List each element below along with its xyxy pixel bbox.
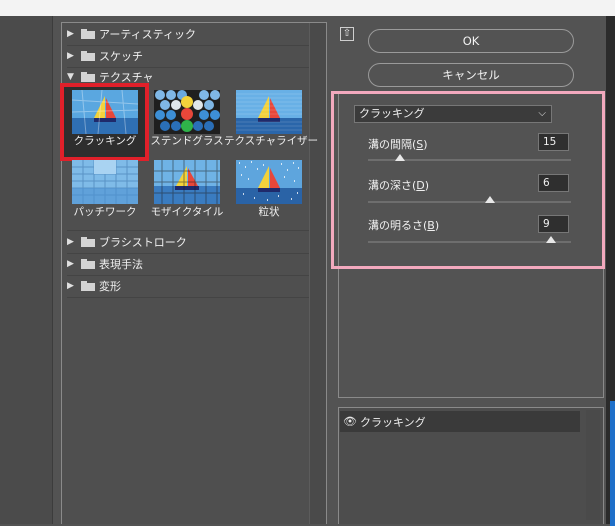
folder-icon <box>81 72 95 82</box>
filter-label-cracking: クラッキング <box>73 135 137 147</box>
category-artistic[interactable]: ▶ アーティスティック <box>67 24 309 44</box>
filter-thumb-stained-glass[interactable] <box>154 90 220 134</box>
param-input-brightness[interactable]: 9 <box>538 215 569 233</box>
window-edge <box>606 16 615 526</box>
param-input-spacing[interactable]: 15 <box>538 133 569 151</box>
expand-arrow-icon: ▶ <box>67 29 74 39</box>
category-label: 変形 <box>99 280 121 293</box>
folder-icon <box>81 259 95 269</box>
cancel-button[interactable]: キャンセル <box>368 63 574 87</box>
folder-icon <box>81 51 95 61</box>
divider <box>67 230 309 231</box>
category-label: アーティスティック <box>99 28 197 41</box>
expand-arrow-icon: ▶ <box>67 237 74 247</box>
filter-label-grain: 粒状 <box>258 206 280 218</box>
param-slider-knob-spacing[interactable] <box>395 154 406 161</box>
ok-button[interactable]: OK <box>368 29 574 53</box>
category-sketch[interactable]: ▶ スケッチ <box>67 46 309 66</box>
category-stylize[interactable]: ▶ 表現手法 <box>67 254 309 274</box>
folder-icon <box>81 281 95 291</box>
folder-icon <box>81 237 95 247</box>
expand-arrow-icon: ▶ <box>67 281 74 291</box>
effect-layer-label: クラッキング <box>360 415 426 429</box>
param-slider-knob-brightness[interactable] <box>545 236 556 243</box>
expand-arrow-icon: ▶ <box>67 51 74 61</box>
category-brush-strokes[interactable]: ▶ ブラシストローク <box>67 232 309 252</box>
expand-arrow-icon: ▶ <box>67 259 74 269</box>
filter-thumb-patchwork[interactable] <box>72 160 138 204</box>
filter-thumb-grain[interactable] <box>236 160 302 204</box>
filter-thumb-mosaic-tiles[interactable] <box>154 160 220 204</box>
edge-accent <box>610 401 615 526</box>
filter-select[interactable]: クラッキング ⌵ <box>354 105 552 123</box>
collapse-arrow-icon: ▼ <box>67 72 74 82</box>
effect-layer-row[interactable]: 👁 クラッキング <box>340 411 580 432</box>
category-distort[interactable]: ▶ 変形 <box>67 276 309 296</box>
filter-label-texturizer: テクスチャライザー <box>224 135 319 147</box>
divider <box>67 297 309 298</box>
filter-select-value: クラッキング <box>359 107 425 120</box>
param-label-spacing: 溝の間隔(S) <box>368 138 428 151</box>
param-label-brightness: 溝の明るさ(B) <box>368 219 440 232</box>
filter-label-patchwork: パッチワーク <box>73 206 137 218</box>
collapse-gallery-icon[interactable]: ⇧ <box>340 27 354 41</box>
param-slider-track-depth[interactable] <box>368 201 571 203</box>
filter-thumb-cracking[interactable] <box>72 90 138 134</box>
layers-scrollbar[interactable] <box>586 410 600 520</box>
chevron-down-icon: ⌵ <box>538 108 546 119</box>
title-bar-strip <box>0 0 615 16</box>
category-label: ブラシストローク <box>99 236 187 249</box>
param-input-depth[interactable]: 6 <box>538 174 569 192</box>
category-label: 表現手法 <box>99 258 143 271</box>
folder-icon <box>81 29 95 39</box>
gallery-scrollbar[interactable] <box>309 23 326 524</box>
param-label-depth: 溝の深さ(D) <box>368 179 430 192</box>
param-slider-track-brightness[interactable] <box>368 241 571 243</box>
param-slider-knob-depth[interactable] <box>484 196 495 203</box>
preview-area[interactable] <box>0 16 53 524</box>
eye-icon[interactable]: 👁 <box>340 415 360 428</box>
category-label: スケッチ <box>99 50 143 63</box>
filter-label-stained-glass: ステンドグラス <box>150 135 224 147</box>
filter-thumb-texturizer[interactable] <box>236 90 302 134</box>
filter-label-mosaic-tiles: モザイクタイル <box>150 206 224 218</box>
